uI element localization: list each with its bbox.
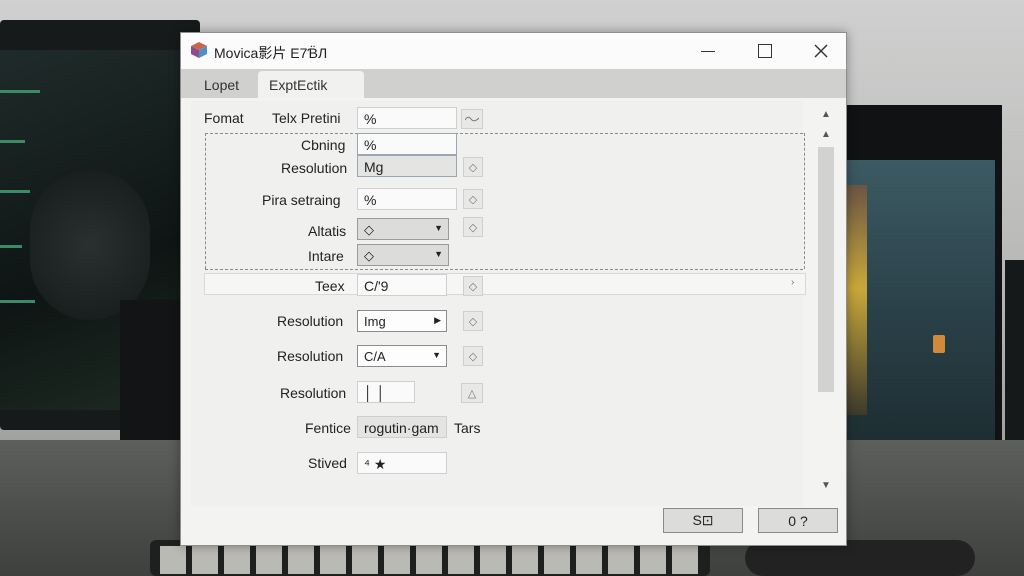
fentice-suffix: Tars <box>454 420 481 436</box>
background-figure <box>845 185 867 415</box>
dropdown-arrow-icon: ▼ <box>434 223 443 233</box>
close-button[interactable] <box>799 37 843 65</box>
stived-field[interactable]: ⁴ ★ <box>357 452 447 474</box>
intare-dropdown[interactable]: ◇ ▼ <box>357 244 449 266</box>
vertical-scrollbar[interactable]: ▲ ▲ ▼ <box>815 107 837 497</box>
primary-button[interactable]: S⊡ <box>663 508 743 533</box>
background-monitor-right <box>845 105 1002 485</box>
tab-lopet[interactable]: Lopet <box>193 71 250 98</box>
cbning-label: Cbning <box>301 137 346 153</box>
dropdown-arrow-icon: ▼ <box>432 350 441 360</box>
cbning-field[interactable]: % <box>357 133 457 155</box>
altatis-label: Altatis <box>308 223 347 239</box>
diamond-icon: ◇ <box>468 280 478 293</box>
dropdown-arrow-icon: ▼ <box>434 249 443 259</box>
minimize-button[interactable] <box>686 37 730 65</box>
telx-label: Telx Pretini <box>272 110 341 126</box>
background-light <box>933 335 945 353</box>
diamond-icon: ◇ <box>468 193 478 206</box>
telx-field[interactable]: % <box>357 107 457 129</box>
resolution-value-2: Img <box>364 314 386 329</box>
scroll-up-icon[interactable]: ▲ <box>821 109 831 120</box>
altatis-spin[interactable]: ◇ <box>463 217 483 237</box>
pira-field[interactable]: % <box>357 188 457 210</box>
resolution-spin-1[interactable]: ◇ <box>463 157 483 177</box>
maximize-icon <box>758 44 772 58</box>
group-bottom-border <box>205 269 803 270</box>
format-label: Fomat <box>204 110 244 126</box>
resolution-spin-2[interactable]: ◇ <box>463 311 483 331</box>
window-title: Movica影片 E7Ɓ̈Л <box>214 45 328 61</box>
wave-icon <box>465 116 479 122</box>
dropdown-arrow-icon: ▶ <box>434 315 441 325</box>
resolution-label-3: Resolution <box>277 348 344 364</box>
cube-app-icon <box>191 42 207 58</box>
maximize-button[interactable] <box>743 37 787 65</box>
resolution-label-1: Resolution <box>281 160 348 176</box>
chevron-right-icon: › <box>791 277 795 288</box>
scroll-up-icon[interactable]: ▲ <box>821 129 831 140</box>
stived-label: Stived <box>308 455 347 471</box>
title-bar[interactable]: Movica影片 E7Ɓ̈Л <box>181 33 846 69</box>
fentice-label: Fentice <box>305 420 351 436</box>
background-monitor-right-screen <box>845 160 995 470</box>
resolution-field-1[interactable]: Mg <box>357 155 457 177</box>
resolution-value-3: C/A <box>364 349 386 364</box>
altatis-value: ◇ <box>364 222 374 237</box>
altatis-dropdown[interactable]: ◇ ▼ <box>357 218 449 240</box>
teex-field[interactable]: C/ʹ9 <box>357 274 447 296</box>
teex-spin[interactable]: ◇ <box>463 276 483 296</box>
close-icon <box>814 44 828 58</box>
fentice-field[interactable]: rogutin·gam <box>357 416 447 438</box>
tab-strip: Lopet ExptEctik <box>181 69 846 98</box>
diamond-icon: ◇ <box>468 350 478 363</box>
wave-button[interactable] <box>461 109 483 129</box>
diamond-icon: ◇ <box>468 221 478 234</box>
scroll-thumb[interactable] <box>818 147 834 392</box>
resolution-label-4: Resolution <box>280 385 347 401</box>
pira-label: Pira setraing <box>262 192 341 208</box>
intare-label: Intare <box>308 248 344 264</box>
pira-spin[interactable]: ◇ <box>463 189 483 209</box>
diamond-icon: ◇ <box>468 161 478 174</box>
secondary-button[interactable]: 0 ? <box>758 508 838 533</box>
teex-label: Teex <box>315 278 345 294</box>
scroll-down-icon[interactable]: ▼ <box>821 480 831 491</box>
resolution-spin-4[interactable]: △ <box>461 383 483 403</box>
intare-value: ◇ <box>364 248 374 263</box>
resolution-spin-3[interactable]: ◇ <box>463 346 483 366</box>
export-dialog: Movica影片 E7Ɓ̈Л Lopet ExptEctik Fomat Tel… <box>180 32 847 546</box>
minimize-icon <box>701 50 715 52</box>
triangle-up-icon: △ <box>467 387 477 400</box>
resolution-dropdown-2[interactable]: Img ▶ <box>357 310 447 332</box>
teex-row <box>204 273 806 295</box>
diamond-icon: ◇ <box>468 315 478 328</box>
resolution-dropdown-3[interactable]: C/A ▼ <box>357 345 447 367</box>
resolution-label-2: Resolution <box>277 313 344 329</box>
resolution-field-4[interactable]: │ │ <box>357 381 415 403</box>
tab-exptectik[interactable]: ExptEctik <box>258 71 364 98</box>
